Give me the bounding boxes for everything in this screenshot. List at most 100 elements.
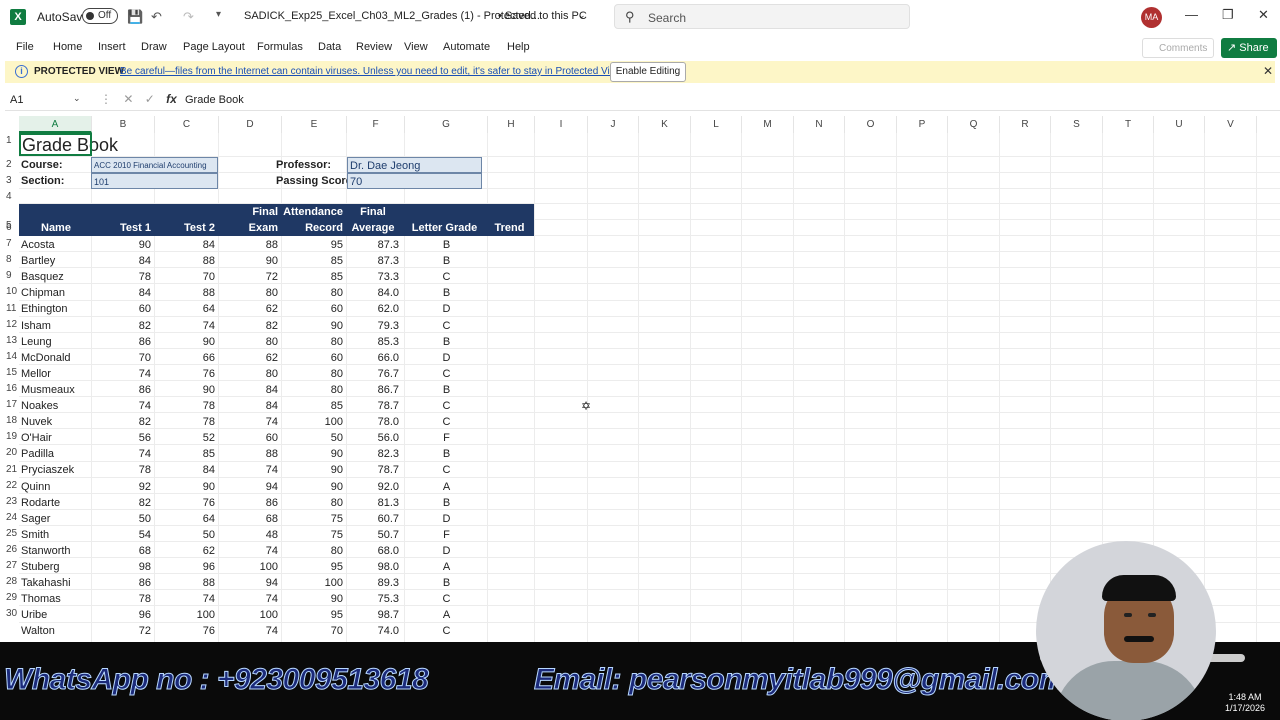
grade-cell[interactable]: B: [405, 382, 488, 398]
function-icon[interactable]: fx: [166, 92, 177, 106]
grade-cell[interactable]: 60: [282, 350, 347, 366]
grade-cell[interactable]: 75: [282, 527, 347, 543]
grade-cell[interactable]: 74: [92, 446, 155, 462]
student-name[interactable]: Thomas: [21, 591, 91, 607]
grade-cell[interactable]: 50: [282, 430, 347, 446]
grade-cell[interactable]: 78: [92, 462, 155, 478]
student-name[interactable]: Mellor: [21, 366, 91, 382]
row-header[interactable]: 30: [5, 608, 19, 619]
column-header-j[interactable]: J: [588, 116, 639, 133]
grade-cell[interactable]: 78: [92, 269, 155, 285]
column-header-f[interactable]: F: [347, 116, 405, 133]
grade-cell[interactable]: 86: [219, 495, 282, 511]
grade-cell[interactable]: F: [405, 430, 488, 446]
course-label[interactable]: Course:: [21, 157, 89, 173]
tab-data[interactable]: Data: [318, 41, 341, 53]
row-header[interactable]: 14: [5, 351, 19, 362]
column-header-u[interactable]: U: [1154, 116, 1205, 133]
column-title[interactable]: Average: [347, 222, 399, 234]
section-label[interactable]: Section:: [21, 173, 89, 189]
row-header[interactable]: 29: [5, 592, 19, 603]
grade-cell[interactable]: 70: [155, 269, 219, 285]
student-name[interactable]: Isham: [21, 318, 91, 334]
grade-cell[interactable]: 80: [282, 543, 347, 559]
grade-cell[interactable]: 88: [219, 446, 282, 462]
check-icon[interactable]: ✓: [145, 92, 155, 106]
grade-cell[interactable]: 56.0: [347, 430, 403, 446]
close-icon[interactable]: ✕: [1263, 64, 1273, 78]
column-header-i[interactable]: I: [535, 116, 588, 133]
grade-cell[interactable]: 94: [219, 575, 282, 591]
grade-cell[interactable]: 90: [155, 382, 219, 398]
grade-cell[interactable]: 78: [155, 398, 219, 414]
professor-value[interactable]: Dr. Dae Jeong: [347, 157, 482, 173]
grade-cell[interactable]: 62: [219, 350, 282, 366]
grade-cell[interactable]: 80: [282, 285, 347, 301]
grade-cell[interactable]: 90: [155, 479, 219, 495]
protected-view-message[interactable]: Be careful—files from the Internet can c…: [120, 66, 625, 77]
grade-cell[interactable]: C: [405, 398, 488, 414]
grade-cell[interactable]: C: [405, 623, 488, 639]
grade-cell[interactable]: 74: [219, 623, 282, 639]
grade-cell[interactable]: 56: [92, 430, 155, 446]
enable-editing-button[interactable]: Enable Editing: [610, 62, 686, 82]
column-title[interactable]: Letter Grade: [405, 222, 484, 234]
tab-insert[interactable]: Insert: [98, 41, 126, 53]
student-name[interactable]: Pryciaszek: [21, 462, 91, 478]
grade-cell[interactable]: 98.0: [347, 559, 403, 575]
column-header-q[interactable]: Q: [948, 116, 1000, 133]
grade-cell[interactable]: B: [405, 334, 488, 350]
row-header[interactable]: 18: [5, 415, 19, 426]
column-header-b[interactable]: B: [92, 116, 155, 133]
grade-cell[interactable]: 80: [219, 285, 282, 301]
grade-cell[interactable]: 85: [282, 269, 347, 285]
grade-cell[interactable]: 98: [92, 559, 155, 575]
row-header[interactable]: 23: [5, 496, 19, 507]
tab-page-layout[interactable]: Page Layout: [183, 41, 245, 53]
grade-cell[interactable]: 85.3: [347, 334, 403, 350]
grade-cell[interactable]: 100: [282, 414, 347, 430]
grade-cell[interactable]: 95: [282, 607, 347, 623]
grade-cell[interactable]: 84: [92, 285, 155, 301]
grade-cell[interactable]: 82: [219, 318, 282, 334]
row-header[interactable]: 4: [5, 191, 19, 202]
grade-cell[interactable]: 78.7: [347, 462, 403, 478]
column-header-g[interactable]: G: [405, 116, 488, 133]
section-value[interactable]: 101: [91, 173, 218, 189]
grade-cell[interactable]: 82.3: [347, 446, 403, 462]
grade-cell[interactable]: 95: [282, 559, 347, 575]
grade-cell[interactable]: 50: [92, 511, 155, 527]
tab-view[interactable]: View: [404, 41, 428, 53]
student-name[interactable]: Rodarte: [21, 495, 91, 511]
grade-cell[interactable]: 84: [219, 398, 282, 414]
minimize-icon[interactable]: —: [1185, 7, 1198, 22]
grade-cell[interactable]: C: [405, 366, 488, 382]
student-name[interactable]: O'Hair: [21, 430, 91, 446]
column-header-p[interactable]: P: [897, 116, 948, 133]
grade-cell[interactable]: 80: [219, 366, 282, 382]
grade-cell[interactable]: C: [405, 318, 488, 334]
grade-cell[interactable]: C: [405, 269, 488, 285]
avatar[interactable]: MA: [1141, 7, 1162, 28]
save-icon[interactable]: 💾: [127, 9, 143, 25]
grade-cell[interactable]: C: [405, 591, 488, 607]
grade-cell[interactable]: 50: [155, 527, 219, 543]
student-name[interactable]: Basquez: [21, 269, 91, 285]
row-header[interactable]: 27: [5, 560, 19, 571]
grade-cell[interactable]: B: [405, 575, 488, 591]
column-header-l[interactable]: L: [691, 116, 742, 133]
row-header[interactable]: 8: [5, 254, 19, 265]
grade-cell[interactable]: 75: [282, 511, 347, 527]
grade-cell[interactable]: 74.0: [347, 623, 403, 639]
grade-cell[interactable]: 92: [92, 479, 155, 495]
column-title[interactable]: Exam: [219, 222, 278, 234]
grade-cell[interactable]: 90: [282, 462, 347, 478]
student-name[interactable]: Sager: [21, 511, 91, 527]
grade-cell[interactable]: 50.7: [347, 527, 403, 543]
grade-cell[interactable]: 74: [219, 414, 282, 430]
column-header-o[interactable]: O: [845, 116, 897, 133]
saved-status[interactable]: • Saved to this PC: [498, 10, 587, 22]
row-header[interactable]: 20: [5, 447, 19, 458]
passing-score-label[interactable]: Passing Score: [276, 173, 348, 189]
grade-cell[interactable]: 87.3: [347, 237, 403, 253]
